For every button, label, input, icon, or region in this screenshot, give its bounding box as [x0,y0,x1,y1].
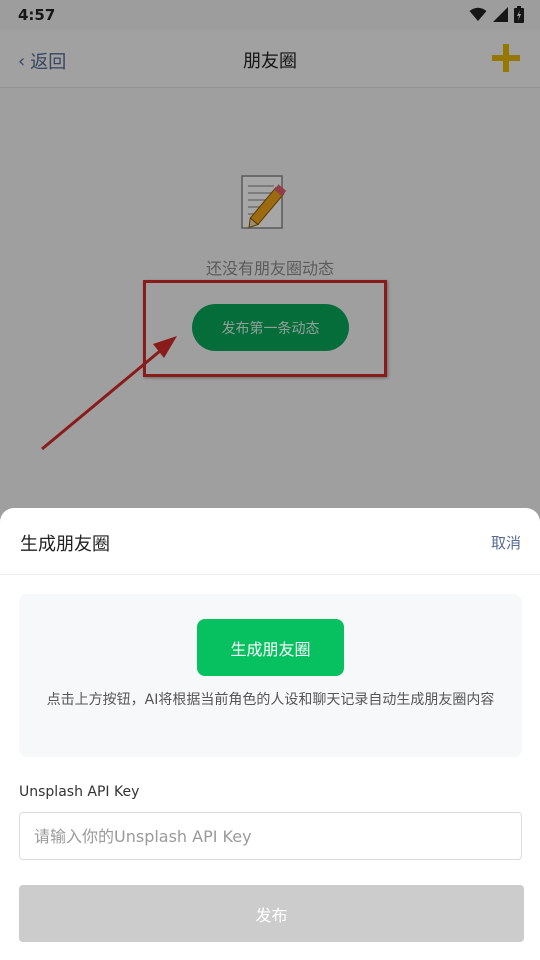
sheet-header: 生成朋友圈 取消 [0,508,540,575]
publish-button[interactable]: 发布 [19,885,524,942]
generate-button[interactable]: 生成朋友圈 [197,619,344,676]
api-key-label: Unsplash API Key [19,784,140,800]
generate-card: 生成朋友圈 点击上方按钮，AI将根据当前角色的人设和聊天记录自动生成朋友圈内容 [19,594,522,757]
cancel-button[interactable]: 取消 [491,532,521,553]
generate-moments-sheet: 生成朋友圈 取消 生成朋友圈 点击上方按钮，AI将根据当前角色的人设和聊天记录自… [0,508,540,960]
sheet-title: 生成朋友圈 [20,534,110,555]
api-key-input[interactable] [19,812,522,860]
generate-description: 点击上方按钮，AI将根据当前角色的人设和聊天记录自动生成朋友圈内容 [46,692,495,708]
